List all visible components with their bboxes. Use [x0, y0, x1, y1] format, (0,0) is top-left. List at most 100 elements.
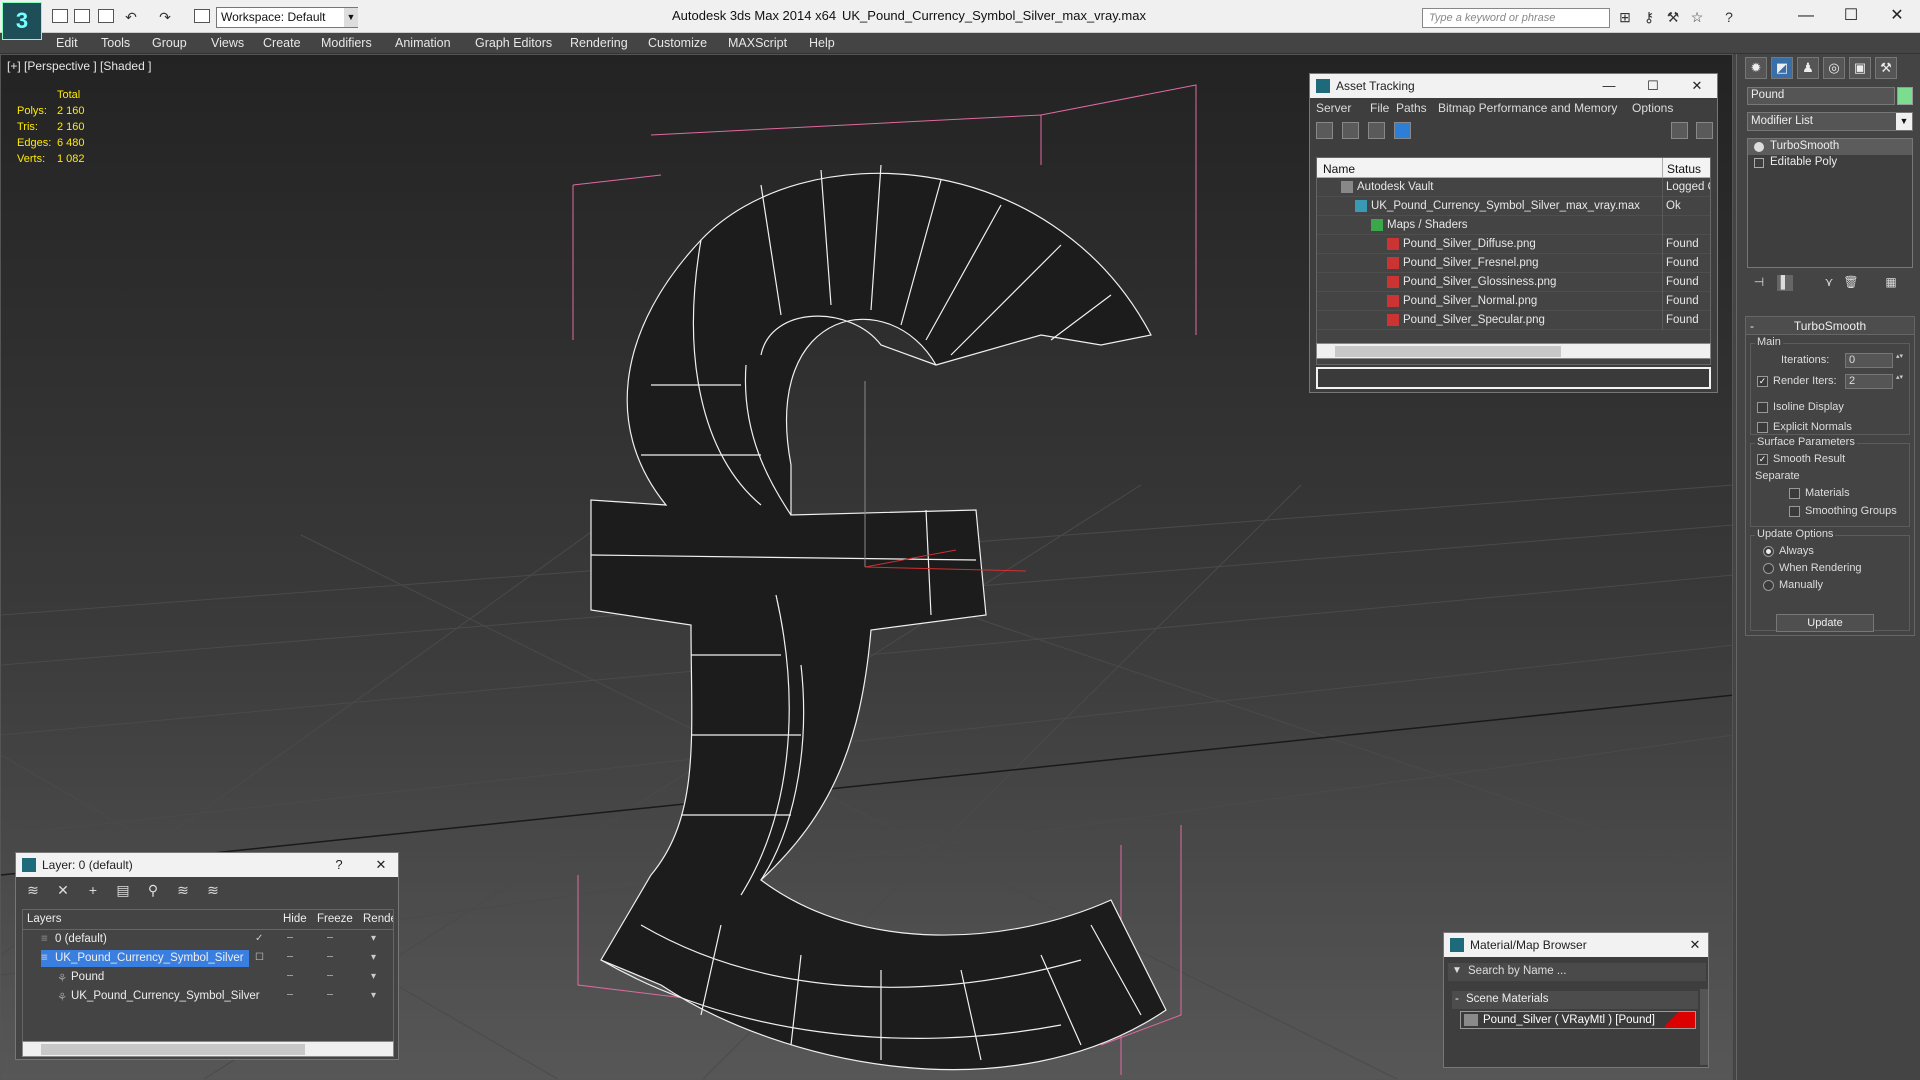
asset-row[interactable]: Maps / Shaders — [1317, 216, 1710, 235]
menu-animation[interactable]: Animation — [395, 36, 451, 50]
asset-row[interactable]: Pound_Silver_Normal.png Found — [1317, 292, 1710, 311]
refresh-icon[interactable] — [1316, 122, 1333, 139]
utilities-tab-icon[interactable]: ⚒ — [1875, 57, 1897, 79]
asset-horizontal-scrollbar[interactable] — [1316, 343, 1711, 359]
set-current-icon[interactable]: ☐ — [255, 952, 264, 963]
highlight-layer-icon[interactable]: ≋ — [174, 881, 192, 899]
col-layers[interactable]: Layers — [27, 913, 62, 925]
menu-modifiers[interactable]: Modifiers — [321, 36, 372, 50]
object-color-swatch[interactable] — [1897, 87, 1913, 105]
open-file-icon[interactable] — [74, 9, 90, 23]
asset-row[interactable]: Pound_Silver_Diffuse.png Found — [1317, 235, 1710, 254]
layer-row[interactable]: ≡ 0 (default) ✓ ┄ ┄ ▾ — [23, 930, 393, 949]
viewport-label[interactable]: [+] [Perspective ] [Shaded ] — [7, 59, 151, 73]
col-render[interactable]: Render — [363, 913, 393, 925]
stack-item-editable-poly[interactable]: Editable Poly — [1748, 155, 1912, 171]
render-iters-checkbox[interactable]: ✓ — [1757, 376, 1768, 387]
remove-modifier-icon[interactable]: 🗑 — [1843, 275, 1859, 291]
render-iters-spinner[interactable]: 2 — [1845, 374, 1904, 389]
asset-row[interactable]: Pound_Silver_Specular.png Found — [1317, 311, 1710, 330]
scroll-thumb[interactable] — [41, 1044, 305, 1055]
menu-group[interactable]: Group — [152, 36, 187, 50]
asset-minimize-button[interactable]: — — [1598, 76, 1620, 96]
pin-stack-icon[interactable]: ⊣ — [1751, 275, 1767, 291]
table-view-icon[interactable] — [1394, 122, 1411, 139]
asset-row[interactable]: Pound_Silver_Glossiness.png Found — [1317, 273, 1710, 292]
close-button[interactable]: ✕ — [1874, 3, 1920, 29]
layer-row[interactable]: ⚘ UK_Pound_Currency_Symbol_Silver ┄ ┄ ▾ — [23, 987, 393, 1006]
asset-menu-server[interactable]: Server — [1316, 101, 1351, 115]
asset-settings-icon[interactable] — [1696, 122, 1713, 139]
motion-tab-icon[interactable]: ◎ — [1823, 57, 1845, 79]
expand-icon[interactable] — [1754, 158, 1764, 168]
save-file-icon[interactable] — [98, 9, 114, 23]
explicit-normals-checkbox[interactable] — [1757, 422, 1768, 433]
menu-tools[interactable]: Tools — [101, 36, 130, 50]
asset-row[interactable]: Autodesk VaultLogged O — [1317, 178, 1710, 197]
layer-horizontal-scrollbar[interactable] — [22, 1041, 394, 1057]
make-unique-icon[interactable]: ⋎ — [1821, 275, 1837, 291]
help-icon[interactable]: ? — [1720, 9, 1738, 25]
dropdown-arrow-icon[interactable]: ▼ — [1896, 113, 1912, 130]
menu-edit[interactable]: Edit — [56, 36, 78, 50]
when-rendering-radio[interactable] — [1763, 563, 1774, 574]
stack-item-turbosmooth[interactable]: TurboSmooth — [1748, 139, 1912, 155]
col-name[interactable]: Name — [1323, 162, 1355, 176]
add-selected-icon[interactable]: ▤ — [114, 881, 132, 899]
thumbnail-view-icon[interactable] — [1368, 122, 1385, 139]
materials-checkbox[interactable] — [1789, 488, 1800, 499]
active-layer-check-icon[interactable]: ✓ — [255, 933, 263, 944]
col-hide[interactable]: Hide — [283, 913, 307, 925]
material-item[interactable]: Pound_Silver ( VRayMtl ) [Pound] — [1460, 1011, 1696, 1029]
binoculars-icon[interactable]: ⊞ — [1616, 9, 1634, 25]
asset-menu-paths[interactable]: Paths — [1396, 101, 1427, 115]
menu-customize[interactable]: Customize — [648, 36, 707, 50]
object-name-field[interactable]: Pound — [1747, 87, 1895, 105]
modifier-list-dropdown[interactable]: Modifier List ▼ — [1747, 112, 1913, 131]
configure-modifier-sets-icon[interactable]: ▦ — [1883, 275, 1899, 291]
asset-row[interactable]: UK_Pound_Currency_Symbol_Silver_max_vray… — [1317, 197, 1710, 216]
col-status[interactable]: Status — [1667, 162, 1701, 176]
hierarchy-tab-icon[interactable]: ♟ — [1797, 57, 1819, 79]
search-options-arrow-icon[interactable]: ▼ — [1452, 965, 1462, 976]
scene-materials-group[interactable]: - Scene Materials — [1452, 991, 1698, 1009]
favorites-star-icon[interactable]: ☆ — [1688, 9, 1706, 25]
menu-views[interactable]: Views — [211, 36, 244, 50]
delete-layer-icon[interactable]: ✕ — [54, 881, 72, 899]
material-vertical-scrollbar[interactable] — [1700, 989, 1708, 1065]
menu-rendering[interactable]: Rendering — [570, 36, 628, 50]
layer-help-button[interactable]: ? — [328, 855, 350, 875]
menu-create[interactable]: Create — [263, 36, 301, 50]
create-tab-icon[interactable]: ✹ — [1745, 57, 1767, 79]
always-radio[interactable] — [1763, 546, 1774, 557]
asset-menu-file[interactable]: File — [1370, 101, 1389, 115]
select-objects-icon[interactable]: ⚲ — [144, 881, 162, 899]
show-end-result-icon[interactable]: ▌ — [1777, 275, 1793, 291]
display-tab-icon[interactable]: ▣ — [1849, 57, 1871, 79]
layer-row-selected[interactable]: ≡ UK_Pound_Currency_Symbol_Silver ☐ ┄ ┄ ▾ — [23, 949, 393, 968]
asset-help-icon[interactable] — [1671, 122, 1688, 139]
asset-menu-bitmap-performance[interactable]: Bitmap Performance and Memory — [1438, 101, 1617, 115]
modify-tab-icon[interactable]: ◩ — [1771, 57, 1793, 79]
asset-maximize-button[interactable]: ☐ — [1642, 76, 1664, 96]
iterations-spinner[interactable]: 0 — [1845, 353, 1904, 368]
redo-icon[interactable]: ↷ — [156, 9, 174, 25]
maximize-button[interactable]: ☐ — [1828, 3, 1874, 29]
layer-row[interactable]: ⚘ Pound ┄ ┄ ▾ — [23, 968, 393, 987]
hide-all-icon[interactable]: ≋ — [204, 881, 222, 899]
asset-close-button[interactable]: ✕ — [1686, 76, 1708, 96]
project-folder-icon[interactable] — [194, 9, 210, 23]
material-browser-close-button[interactable]: ✕ — [1684, 935, 1706, 955]
list-view-icon[interactable] — [1342, 122, 1359, 139]
new-file-icon[interactable] — [52, 9, 68, 23]
key-icon[interactable]: ⚷ — [1640, 9, 1658, 25]
layers-icon[interactable]: ≋ — [24, 881, 42, 899]
menu-help[interactable]: Help — [809, 36, 835, 50]
col-freeze[interactable]: Freeze — [317, 913, 353, 925]
material-search-input[interactable]: ▼ Search by Name ... — [1448, 963, 1706, 981]
manually-radio[interactable] — [1763, 580, 1774, 591]
asset-menu-options[interactable]: Options — [1632, 101, 1673, 115]
workspace-dropdown[interactable]: Workspace: Default — [216, 7, 358, 28]
asset-status-field[interactable] — [1316, 367, 1711, 389]
menu-maxscript[interactable]: MAXScript — [728, 36, 787, 50]
